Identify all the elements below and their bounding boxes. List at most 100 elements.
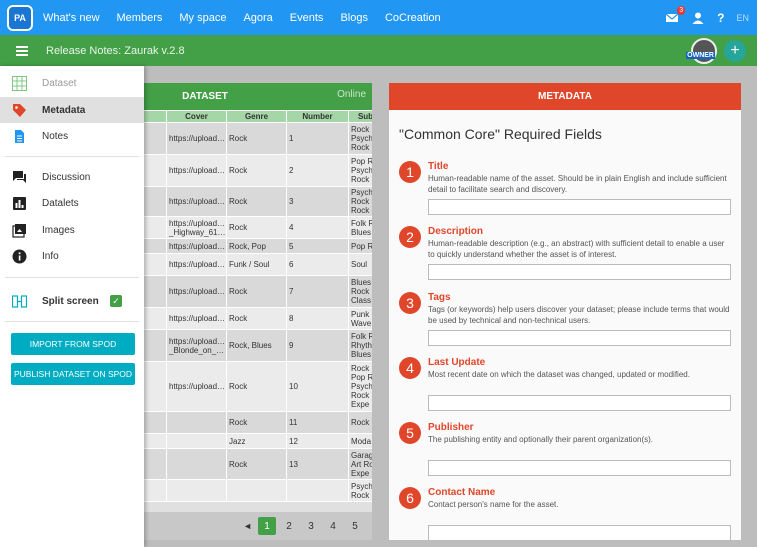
document-icon (12, 129, 27, 144)
add-button[interactable]: + (724, 40, 746, 62)
description-input[interactable] (428, 264, 731, 280)
nav-link-blogs[interactable]: Blogs (340, 12, 368, 24)
number-cell: 3 (286, 186, 349, 217)
online-status: Online (337, 89, 366, 100)
side-drawer: Dataset Metadata Notes Discussion Datale… (0, 66, 144, 547)
nav-link-agora[interactable]: Agora (243, 12, 272, 24)
mail-icon[interactable]: 3 (665, 5, 686, 25)
owner-badge: OWNER (686, 52, 715, 59)
logo-icon[interactable]: PA (7, 4, 33, 31)
column-header[interactable]: Sub (348, 110, 372, 123)
pagination: ◄ 1 2 3 4 5 (118, 512, 372, 540)
chat-icon (12, 170, 27, 185)
nav-link-cocreation[interactable]: CoCreation (385, 12, 441, 24)
subgenre-cell: Pop R Psych Rock (348, 154, 372, 187)
subgenre-cell: Rock Pop R Psych Rock Expe (348, 361, 372, 412)
field-description: Contact person's name for the asset. (428, 500, 559, 509)
tags-input[interactable] (428, 330, 731, 346)
number-cell: 7 (286, 275, 349, 308)
split-screen-icon (12, 294, 27, 309)
number-cell: 8 (286, 307, 349, 330)
subgenre-cell: Folk R Rhyth Blues (348, 329, 372, 362)
tag-icon (12, 103, 27, 118)
metadata-header: METADATA (389, 83, 741, 110)
number-cell: 11 (286, 411, 349, 434)
page-button-1[interactable]: 1 (258, 517, 276, 535)
genre-cell: Rock (226, 154, 287, 187)
table-row[interactable]: https://upload… Rock 8 Punk Wave (118, 307, 372, 330)
table-row[interactable]: eyRock11Rock (118, 411, 372, 434)
metadata-panel: METADATA "Common Core" Required Fields 1… (389, 83, 741, 540)
import-from-spod-button[interactable]: IMPORT FROM SPOD (11, 333, 135, 355)
contact-name-input[interactable] (428, 525, 731, 540)
number-cell: 1 (286, 122, 349, 155)
table-row[interactable]: eshttps://upload…Rock, Pop5Pop R (118, 238, 372, 254)
drawer-item-label: Discussion (42, 171, 91, 183)
nav-link-my-space[interactable]: My space (179, 12, 226, 24)
table-row[interactable]: eshttps://upload…Rock3Psych Rock Rock (118, 186, 372, 217)
genre-cell: Rock (226, 275, 287, 308)
nav-link-members[interactable]: Members (117, 12, 163, 24)
nav-link-whats-new[interactable]: What's new (43, 12, 100, 24)
table-row[interactable]: sJazz12Moda (118, 433, 372, 449)
cover-cell: https://upload… _Blonde_on_… (166, 329, 227, 362)
page-button-4[interactable]: 4 (324, 517, 342, 535)
drawer-item-datalets[interactable]: Datalets (0, 190, 144, 216)
publisher-input[interactable] (428, 460, 731, 476)
table-row[interactable]: ndRock13Garag Art Ro Expe (118, 448, 372, 480)
drawer-item-metadata[interactable]: Metadata (0, 97, 144, 123)
field-name: Tags (428, 292, 451, 303)
drawer-divider (5, 156, 139, 157)
nav-link-events[interactable]: Events (290, 12, 324, 24)
table-row[interactable]: ghttps://upload…Rock7Blues Rock Class (118, 275, 372, 308)
cover-cell: https://upload… (166, 154, 227, 187)
drawer-item-discussion[interactable]: Discussion (0, 164, 144, 190)
table-row[interactable]: eshttps://upload…Rock1Rock Psych Rock (118, 122, 372, 155)
table-row[interactable]: eshttps://upload…Rock10Rock Pop R Psych … (118, 361, 372, 412)
prev-page-icon[interactable]: ◄ (243, 521, 252, 531)
split-screen-toggle[interactable]: Split screen ✓ (0, 288, 144, 314)
subgenre-cell: Punk Wave (348, 307, 372, 330)
page-button-2[interactable]: 2 (280, 517, 298, 535)
cover-cell (166, 448, 227, 480)
field-number: 4 (399, 357, 421, 379)
page-button-3[interactable]: 3 (302, 517, 320, 535)
drawer-item-label: Dataset (42, 77, 77, 89)
cover-cell: https://upload… (166, 122, 227, 155)
table-row[interactable]: Psych Rock (118, 479, 372, 502)
split-screen-checkbox[interactable]: ✓ (110, 295, 122, 307)
field-name: Description (428, 226, 484, 237)
user-icon[interactable] (691, 11, 705, 25)
drawer-item-info[interactable]: Info (0, 243, 144, 269)
info-icon (12, 249, 27, 264)
cover-cell (166, 433, 227, 449)
last-update-input[interactable] (428, 395, 731, 411)
subgenre-cell: Moda (348, 433, 372, 449)
column-header[interactable]: Number (286, 110, 349, 123)
table-row[interactable]: https://upload… _Blonde_on_… Rock, Blues 9… (118, 329, 372, 362)
publish-dataset-button[interactable]: PUBLISH DATASET ON SPOD (11, 363, 135, 385)
field-name: Last Update (428, 357, 486, 368)
language-selector[interactable]: EN (736, 13, 749, 23)
avatar[interactable] (691, 38, 717, 64)
menu-icon[interactable] (16, 44, 28, 58)
help-icon[interactable]: ? (717, 11, 724, 25)
field-description: The publishing entity and optionally the… (428, 435, 654, 444)
column-header[interactable]: Genre (226, 110, 287, 123)
dataset-title: DATASET (182, 91, 228, 102)
table-row[interactable]: nhttps://upload…Rock2Pop R Psych Rock (118, 154, 372, 187)
drawer-item-label: Notes (42, 130, 69, 142)
column-header[interactable]: Cover (166, 110, 227, 123)
drawer-item-images[interactable]: Images (0, 217, 144, 243)
genre-cell: Rock (226, 448, 287, 480)
page-button-5[interactable]: 5 (346, 517, 364, 535)
cover-cell (166, 479, 227, 502)
drawer-item-notes[interactable]: Notes (0, 123, 144, 149)
top-navigation-bar: PA What's new Members My space Agora Eve… (0, 0, 757, 35)
title-input[interactable] (428, 199, 731, 215)
field-number: 3 (399, 292, 421, 314)
split-screen-label: Split screen (42, 295, 99, 307)
table-row[interactable]: https://upload… _Highway_61…Rock4Folk R … (118, 216, 372, 239)
drawer-item-dataset[interactable]: Dataset (0, 70, 144, 96)
table-row[interactable]: yehttps://upload…Funk / Soul6Soul (118, 253, 372, 276)
